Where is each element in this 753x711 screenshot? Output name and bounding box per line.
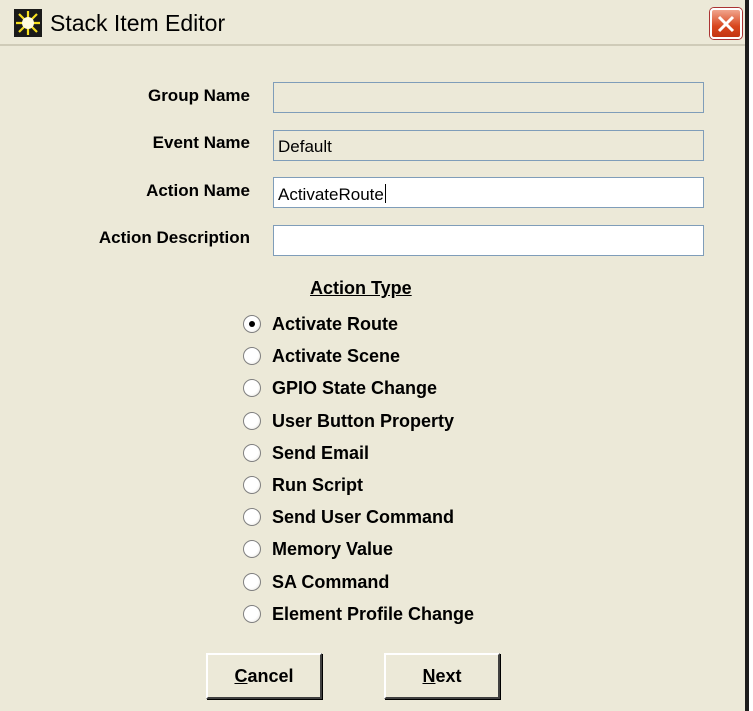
event-name-label: Event Name bbox=[152, 133, 250, 152]
window-title: Stack Item Editor bbox=[50, 10, 226, 36]
radio-label: SA Command bbox=[272, 572, 390, 592]
next-label-rest: ext bbox=[435, 666, 462, 686]
radio-button[interactable] bbox=[243, 347, 261, 365]
cancel-mnemonic: C bbox=[234, 666, 248, 686]
radio-button[interactable] bbox=[243, 573, 261, 591]
radio-label: Memory Value bbox=[272, 539, 394, 559]
next-button[interactable]: Next bbox=[384, 653, 500, 699]
title-bar[interactable]: Stack Item Editor bbox=[0, 0, 745, 44]
close-button[interactable] bbox=[710, 8, 742, 39]
radio-button[interactable] bbox=[243, 412, 261, 430]
text-caret bbox=[384, 184, 386, 203]
radio-button[interactable] bbox=[243, 315, 261, 333]
title-divider bbox=[0, 44, 745, 46]
action-description-field[interactable] bbox=[273, 225, 704, 256]
radio-label: Activate Route bbox=[272, 314, 399, 334]
radio-button[interactable] bbox=[243, 540, 261, 558]
action-name-label: Action Name bbox=[146, 181, 250, 200]
radio-label: Element Profile Change bbox=[272, 604, 475, 624]
radio-label: Activate Scene bbox=[272, 346, 401, 366]
action-type-heading: Action Type bbox=[310, 278, 412, 298]
next-mnemonic: N bbox=[422, 666, 436, 686]
radio-button[interactable] bbox=[243, 444, 261, 462]
cancel-button[interactable]: Cancel bbox=[206, 653, 322, 699]
sun-burst-icon bbox=[14, 9, 42, 37]
action-description-label: Action Description bbox=[98, 228, 250, 247]
action-name-value: ActivateRoute bbox=[278, 185, 384, 204]
radio-button[interactable] bbox=[243, 379, 261, 397]
radio-label: Send Email bbox=[272, 443, 370, 463]
action-name-field[interactable]: ActivateRoute bbox=[273, 177, 704, 208]
radio-label: Send User Command bbox=[272, 507, 455, 527]
radio-button[interactable] bbox=[243, 476, 261, 494]
close-icon bbox=[717, 15, 735, 33]
radio-label: User Button Property bbox=[272, 411, 455, 431]
radio-label: GPIO State Change bbox=[272, 378, 438, 398]
group-name-label: Group Name bbox=[147, 86, 250, 105]
group-name-field[interactable] bbox=[273, 82, 704, 113]
radio-label: Run Script bbox=[272, 475, 364, 495]
radio-button[interactable] bbox=[243, 605, 261, 623]
cancel-label-rest: ancel bbox=[247, 666, 294, 686]
stack-item-editor-window: Stack Item Editor Group Name Event Name … bbox=[0, 0, 749, 711]
event-name-field[interactable]: Default bbox=[273, 130, 704, 161]
radio-selected-dot bbox=[249, 321, 255, 327]
radio-button[interactable] bbox=[243, 508, 261, 526]
